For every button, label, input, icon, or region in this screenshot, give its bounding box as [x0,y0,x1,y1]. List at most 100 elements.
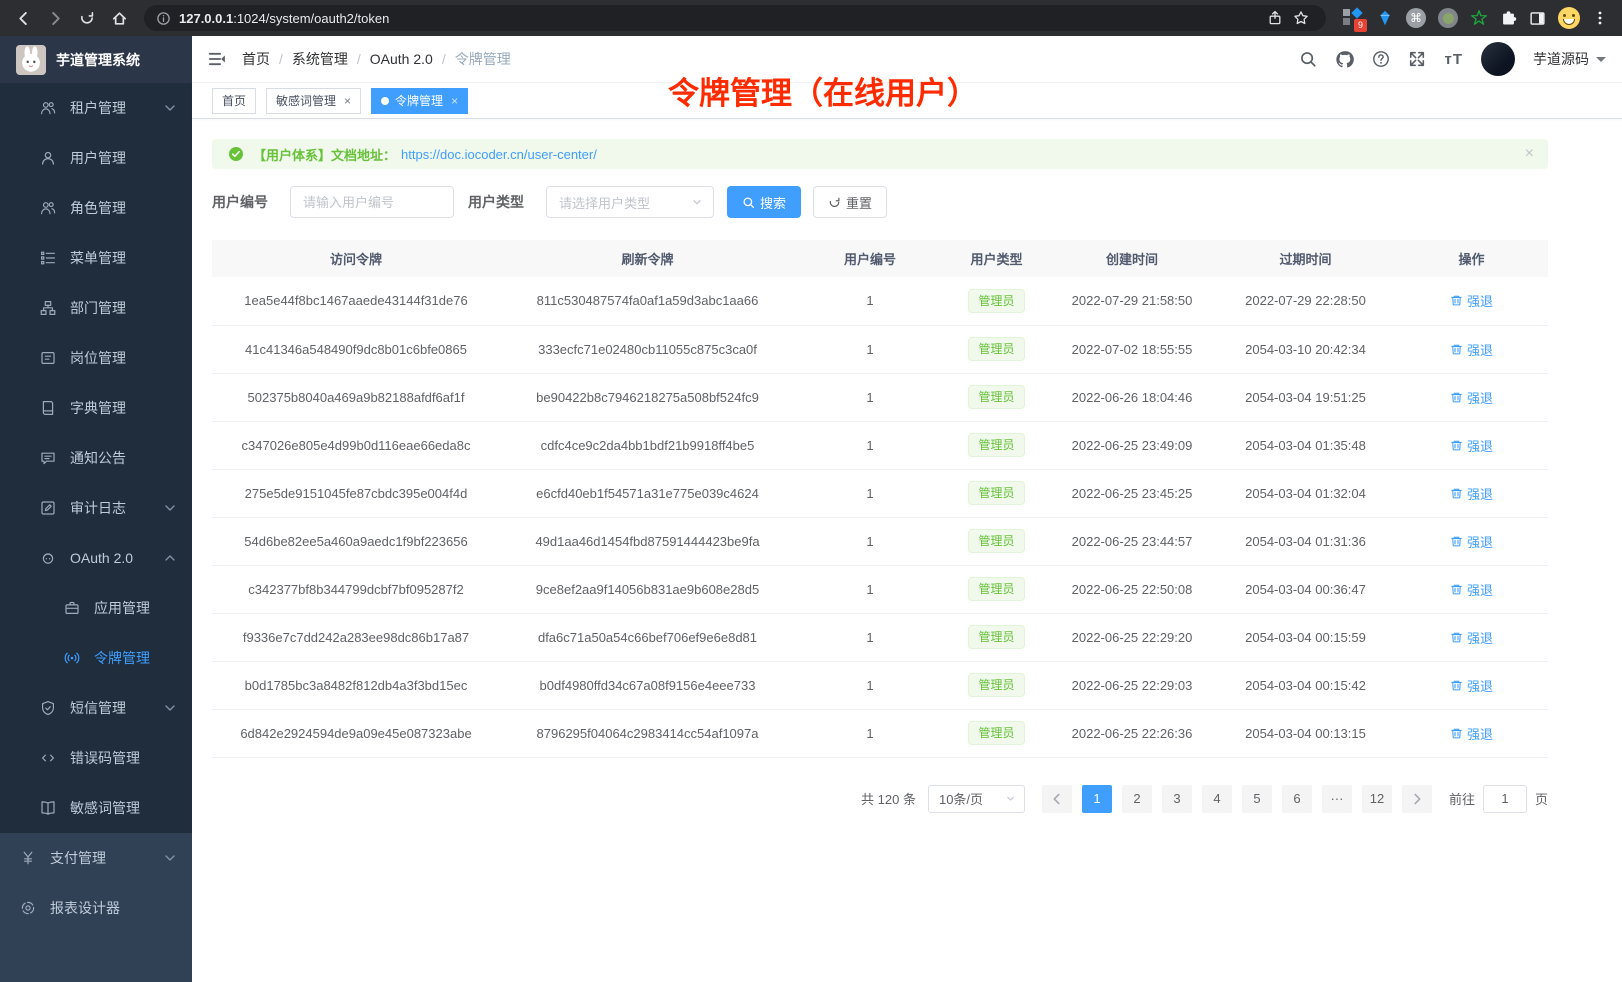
alert-doc-link[interactable]: https://doc.iocoder.cn/user-center/ [401,147,597,162]
pager-page-button-6[interactable]: 6 [1282,785,1312,813]
info-icon[interactable] [156,11,171,26]
sidebar-item-user[interactable]: 用户管理 [0,133,192,183]
pager-more-button[interactable]: ··· [1322,785,1352,813]
user-type-tag: 管理员 [968,289,1024,313]
user-id-cell: 1 [795,373,945,421]
sidebar-item-errcode[interactable]: 错误码管理 [0,733,192,783]
sidebar-item-notice[interactable]: 通知公告 [0,433,192,483]
reset-button[interactable]: 重置 [813,186,887,218]
help-icon[interactable] [1372,50,1390,68]
goto-page-input[interactable] [1483,785,1527,813]
column-header: 访问令牌 [212,240,500,277]
sidebar-item-dept[interactable]: 部门管理 [0,283,192,333]
trash-icon [1450,727,1463,740]
extension-star-icon[interactable] [1470,9,1488,27]
tab-令牌管理[interactable]: 令牌管理× [371,88,468,114]
refresh-token-cell: 8796295f04064c2983414cc54af1097a [500,709,795,757]
sidebar-item-post[interactable]: 岗位管理 [0,333,192,383]
page-size-select[interactable]: 10条/页 [928,785,1025,813]
sidebar-item-report[interactable]: 报表设计器 [0,883,192,933]
tab-close-icon[interactable]: × [451,94,458,108]
notice-icon [40,450,56,466]
force-logout-button[interactable]: 强退 [1450,291,1493,310]
access-token-cell: f9336e7c7dd242a283ee98dc86b17a87 [212,613,500,661]
search-icon[interactable] [1299,50,1317,68]
sidebar-item-menu[interactable]: 菜单管理 [0,233,192,283]
user-id-cell: 1 [795,421,945,469]
breadcrumb-item[interactable]: 首页 [242,49,270,69]
force-logout-button[interactable]: 强退 [1450,580,1493,599]
avatar[interactable] [1481,42,1515,76]
bookmark-star-icon[interactable] [1288,5,1314,31]
force-logout-button[interactable]: 强退 [1450,388,1493,407]
chevron-down-icon [162,700,178,716]
pager-page-button-3[interactable]: 3 [1162,785,1192,813]
expire-time-cell: 2054-03-04 01:32:04 [1216,469,1395,517]
address-bar[interactable]: 127.0.0.1:1024/system/oauth2/token [144,5,1326,31]
user-type-tag: 管理员 [968,385,1024,409]
pager-next-button[interactable] [1402,785,1432,813]
sidebar-item-dict[interactable]: 字典管理 [0,383,192,433]
app-logo[interactable]: 芋道管理系统 [0,36,192,83]
sidebar-item-role[interactable]: 角色管理 [0,183,192,233]
user-type-select[interactable]: 请选择用户类型 [546,186,714,218]
user-type-tag: 管理员 [968,481,1024,505]
sidebar-item-sms[interactable]: 短信管理 [0,683,192,733]
sidebar-item-oauth[interactable]: OAuth 2.0 [0,533,192,583]
pager-prev-button[interactable] [1042,785,1072,813]
tab-首页[interactable]: 首页 [212,88,256,114]
browser-home-icon[interactable] [106,5,132,31]
sidebar-collapse-icon[interactable] [208,50,226,68]
profile-avatar-emoji[interactable] [1558,7,1580,29]
browser-menu-kebab-icon[interactable] [1592,10,1608,26]
created-time-cell: 2022-06-25 22:29:03 [1048,661,1216,709]
browser-sidepanel-icon[interactable] [1529,10,1546,27]
alert-close-icon[interactable]: × [1525,145,1534,163]
force-logout-button[interactable]: 强退 [1450,340,1493,359]
font-size-icon[interactable]: тT [1444,51,1463,68]
user-menu[interactable]: 芋道源码 [1533,49,1606,69]
sidebar-item-oauth-app[interactable]: 应用管理 [0,583,192,633]
sidebar-item-tenant[interactable]: 租户管理 [0,83,192,133]
force-logout-button[interactable]: 强退 [1450,436,1493,455]
sidebar-item-audit[interactable]: 审计日志 [0,483,192,533]
github-icon[interactable] [1335,50,1354,69]
breadcrumb-item[interactable]: OAuth 2.0 [370,51,433,67]
tab-close-icon[interactable]: × [344,94,351,108]
action-cell: 强退 [1395,469,1548,517]
access-token-cell: c342377bf8b344799dcbf7bf095287f2 [212,565,500,613]
chevron-down-icon [162,850,178,866]
post-icon [40,350,56,366]
tab-敏感词管理[interactable]: 敏感词管理× [266,88,361,114]
force-logout-button[interactable]: 强退 [1450,628,1493,647]
goto-label: 前往 [1449,789,1475,808]
extension-diamond-icon[interactable] [1376,9,1394,27]
extension-pixel-icon[interactable]: 9 [1342,7,1364,29]
force-logout-button[interactable]: 强退 [1450,724,1493,743]
pager: 123456···12 [1037,785,1437,813]
expire-time-cell: 2054-03-10 20:42:34 [1216,325,1395,373]
pager-page-button-1[interactable]: 1 [1082,785,1112,813]
pager-page-button-4[interactable]: 4 [1202,785,1232,813]
extensions-puzzle-icon[interactable] [1500,10,1517,27]
browser-forward-icon[interactable] [42,5,68,31]
force-logout-button[interactable]: 强退 [1450,676,1493,695]
pager-page-button-2[interactable]: 2 [1122,785,1152,813]
browser-back-icon[interactable] [10,5,36,31]
user-id-input[interactable] [290,186,454,218]
chevron-down-icon [162,500,178,516]
fullscreen-icon[interactable] [1408,50,1426,68]
browser-reload-icon[interactable] [74,5,100,31]
sidebar-item-pay[interactable]: 支付管理 [0,833,192,883]
sidebar-item-oauth-token[interactable]: 令牌管理 [0,633,192,683]
extension-record-icon[interactable] [1438,8,1458,28]
pager-page-button-12[interactable]: 12 [1362,785,1392,813]
pager-page-button-5[interactable]: 5 [1242,785,1272,813]
force-logout-button[interactable]: 强退 [1450,484,1493,503]
search-button[interactable]: 搜索 [727,186,801,218]
sidebar-item-sensitive[interactable]: 敏感词管理 [0,783,192,833]
share-icon[interactable] [1262,5,1288,31]
force-logout-button[interactable]: 强退 [1450,532,1493,551]
breadcrumb-item[interactable]: 系统管理 [292,49,348,69]
extension-command-icon[interactable]: ⌘ [1406,8,1426,28]
